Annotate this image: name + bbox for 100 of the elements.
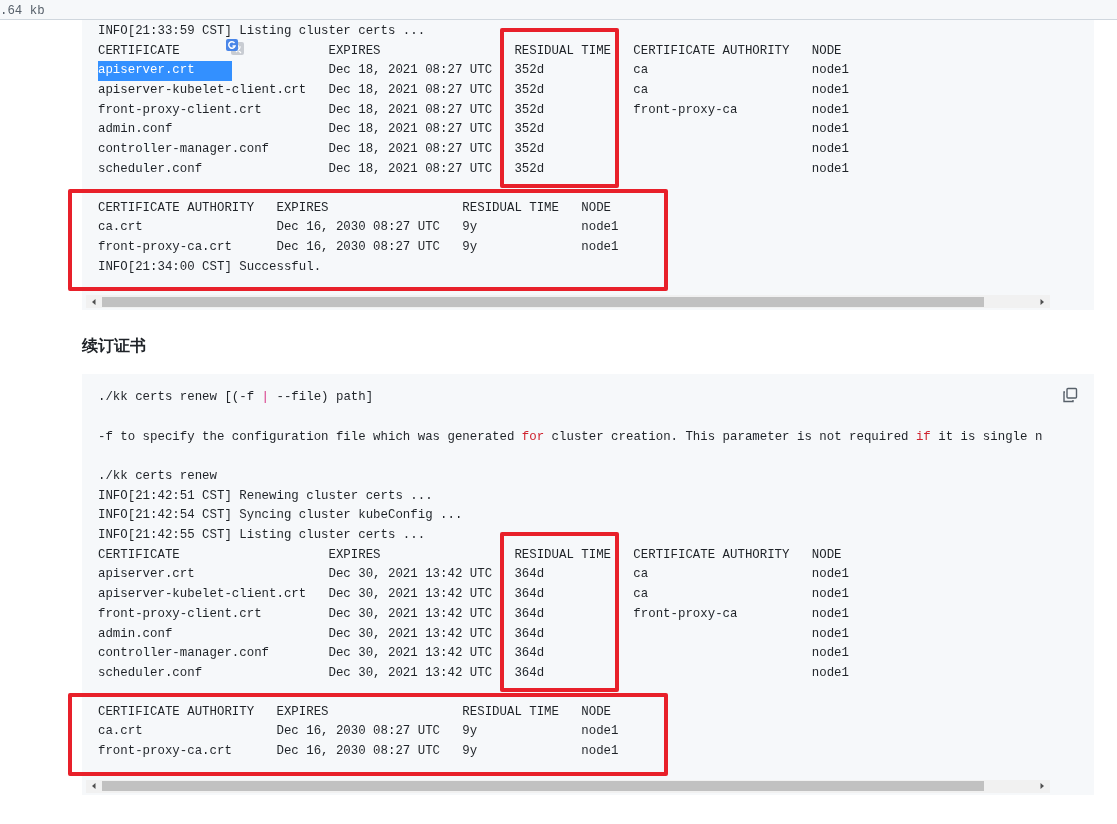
table-cell-text: Dec 30, 2021 13:42 UTC <box>328 566 493 584</box>
column-header: RESIDUAL TIME <box>514 546 612 564</box>
scroll-left-arrow-icon[interactable] <box>90 782 98 791</box>
table-cell-text: front-proxy-ca.crt <box>98 742 232 760</box>
table-cell-text: front-proxy-client.crt <box>98 101 262 119</box>
table-cell-text: ca <box>633 82 649 100</box>
table-cell-text: Dec 16, 2030 08:27 UTC <box>276 219 441 237</box>
table-cell-text: Dec 30, 2021 13:42 UTC <box>328 586 493 604</box>
table-cell-text: node1 <box>811 664 849 682</box>
table-cell-text: Dec 16, 2030 08:27 UTC <box>276 238 441 256</box>
table-cell-text: controller-manager.conf <box>98 645 270 663</box>
table-cell-text: node1 <box>811 141 849 159</box>
column-header: RESIDUAL TIME <box>462 199 559 217</box>
table-cell-text: 364d <box>514 605 545 623</box>
table-cell-text: 352d <box>514 160 545 178</box>
table-cell-text: 364d <box>514 625 545 643</box>
table-cell-text: apiserver-kubelet-client.crt <box>98 82 307 100</box>
table-cell-text: node1 <box>811 605 849 623</box>
code-line: INFO[21:42:55 CST] Listing cluster certs ... <box>98 527 426 545</box>
table-cell-text: 352d <box>514 101 545 119</box>
code-line: INFO[21:42:54 CST] Syncing cluster kubeConfig ... <box>98 507 463 525</box>
column-header: RESIDUAL TIME <box>514 42 612 60</box>
column-header: CERTIFICATE AUTHORITY <box>98 703 255 721</box>
table-cell-text: Dec 16, 2030 08:27 UTC <box>276 723 441 741</box>
table-cell-text: 352d <box>514 141 545 159</box>
translate-icon[interactable] <box>225 38 245 56</box>
table-cell-text: ca <box>633 586 649 604</box>
table-cell-text: node1 <box>811 625 849 643</box>
table-cell-text: controller-manager.conf <box>98 141 270 159</box>
table-cell-text: ca.crt <box>98 723 143 741</box>
scroll-right-arrow-icon[interactable] <box>1038 782 1046 791</box>
table-cell-text: Dec 18, 2021 08:27 UTC <box>328 62 493 80</box>
table-cell-text: node1 <box>581 723 619 741</box>
table-cell-text: 9y <box>462 742 478 760</box>
table-cell-text: Dec 18, 2021 08:27 UTC <box>328 160 493 178</box>
table-cell-text: node1 <box>811 101 849 119</box>
table-cell-text: 364d <box>514 586 545 604</box>
table-cell-text: node1 <box>811 121 849 139</box>
code-line: -f to specify the configuration file which was generated for cluster creation. This parameter is not required if it is single n <box>98 428 1043 446</box>
column-header: NODE <box>581 199 612 217</box>
column-header: CERTIFICATE <box>98 546 180 564</box>
table-cell-text: node1 <box>581 742 619 760</box>
table-cell-text: Dec 18, 2021 08:27 UTC <box>328 101 493 119</box>
table-cell-text: apiserver-kubelet-client.crt <box>98 586 307 604</box>
table-cell-text: admin.conf <box>98 625 173 643</box>
column-header: NODE <box>581 703 612 721</box>
table-cell-text: 9y <box>462 723 478 741</box>
table-cell-text: 9y <box>462 219 478 237</box>
table-cell-text: node1 <box>811 160 849 178</box>
horizontal-scrollbar[interactable] <box>86 779 1050 793</box>
table-cell-text: front-proxy-ca.crt <box>98 238 232 256</box>
code-line: INFO[21:34:00 CST] Successful. <box>98 258 322 276</box>
table-cell-text: node1 <box>581 219 619 237</box>
column-header: NODE <box>811 42 842 60</box>
column-header: CERTIFICATE AUTHORITY <box>633 42 790 60</box>
table-cell-text: node1 <box>811 566 849 584</box>
table-cell-text: apiserver.crt <box>98 566 195 584</box>
table-cell-text: ca <box>633 62 649 80</box>
copy-icon[interactable] <box>1062 387 1078 404</box>
table-cell-text: Dec 16, 2030 08:27 UTC <box>276 742 441 760</box>
table-cell-text: front-proxy-client.crt <box>98 605 262 623</box>
column-header: NODE <box>811 546 842 564</box>
code-line: ./kk certs renew <box>98 468 217 485</box>
column-header: EXPIRES <box>276 703 329 721</box>
column-header: EXPIRES <box>276 199 329 217</box>
table-cell-text: Dec 18, 2021 08:27 UTC <box>328 121 493 139</box>
table-cell-text: 9y <box>462 238 478 256</box>
table-cell-text: scheduler.conf <box>98 160 203 178</box>
column-header: CERTIFICATE AUTHORITY <box>98 199 255 217</box>
scroll-left-arrow-icon[interactable] <box>90 297 98 306</box>
scroll-right-arrow-icon[interactable] <box>1038 297 1046 306</box>
column-header: CERTIFICATE <box>98 42 180 60</box>
code-line: INFO[21:42:51 CST] Renewing cluster certs ... <box>98 487 433 505</box>
table-cell-text: 352d <box>514 82 545 100</box>
horizontal-scrollbar[interactable] <box>86 295 1050 309</box>
table-cell-text: Dec 30, 2021 13:42 UTC <box>328 625 493 643</box>
code-line: ./kk certs renew [(-f | --file) path] <box>98 389 374 407</box>
table-cell-text: front-proxy-ca <box>633 605 738 623</box>
table-cell-text: Dec 18, 2021 08:27 UTC <box>328 141 493 159</box>
table-cell-text: node1 <box>581 238 619 256</box>
file-size: .64 kb <box>0 3 45 19</box>
table-cell-text: 352d <box>514 121 545 139</box>
column-header: RESIDUAL TIME <box>462 703 559 721</box>
section-heading: 续订证书 <box>82 335 147 358</box>
table-cell-text: Dec 30, 2021 13:42 UTC <box>328 645 493 663</box>
table-cell-text: node1 <box>811 82 849 100</box>
table-cell-text: node1 <box>811 62 849 80</box>
column-header: EXPIRES <box>328 546 381 564</box>
table-cell-text: front-proxy-ca <box>633 101 738 119</box>
table-cell-text: 364d <box>514 645 545 663</box>
table-cell-text: ca <box>633 566 649 584</box>
table-cell-text: admin.conf <box>98 121 173 139</box>
table-cell-text: Dec 18, 2021 08:27 UTC <box>328 82 493 100</box>
column-header: CERTIFICATE AUTHORITY <box>633 546 790 564</box>
table-cell-text: ca.crt <box>98 219 143 237</box>
table-cell-text: node1 <box>811 645 849 663</box>
table-cell-text: Dec 30, 2021 13:42 UTC <box>328 605 493 623</box>
table-cell-text: 352d <box>514 62 545 80</box>
column-header: EXPIRES <box>328 42 381 60</box>
table-cell-text: 364d <box>514 664 545 682</box>
